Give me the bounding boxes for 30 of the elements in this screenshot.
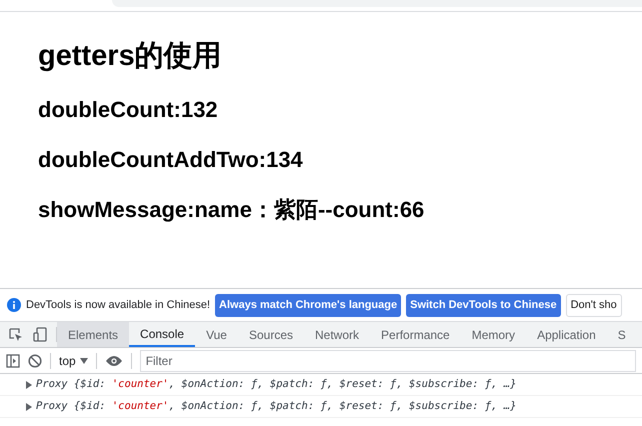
device-toolbar-icon[interactable] [33, 327, 47, 342]
infobar-button[interactable]: Always match Chrome's language [215, 294, 402, 316]
devtools-tab[interactable]: Vue [195, 322, 238, 347]
infobar-button[interactable]: Switch DevTools to Chinese [406, 294, 561, 316]
devtools-tab[interactable]: Memory [460, 322, 526, 347]
sidebar-toggle-icon[interactable] [6, 354, 20, 368]
infobar-message: DevTools is now available in Chinese! [26, 298, 210, 313]
devtools-tab[interactable]: Elements [57, 322, 130, 347]
devtools-tab[interactable]: S [606, 322, 637, 347]
console-log-line: Proxy {$id: 'counter', $onAction: ƒ, $patch: ƒ, $reset: ƒ, $subscribe: ƒ, …} [36, 398, 516, 414]
expand-arrow-icon[interactable] [26, 380, 32, 388]
page-title: getters的使用 [38, 39, 223, 74]
console-log-line: Proxy {$id: 'counter', $onAction: ƒ, $patch: ƒ, $reset: ƒ, $subscribe: ƒ, …} [36, 376, 516, 392]
inspect-icon[interactable] [9, 328, 23, 342]
devtools-tab[interactable]: Sources [238, 322, 304, 347]
getter-value: showMessage:name：紫陌--count:66 [38, 196, 426, 224]
caret-icon [80, 358, 88, 364]
filter-field[interactable]: Filter [140, 350, 636, 372]
devtools-tab[interactable]: Performance [370, 322, 461, 347]
getter-value: doubleCount:132 [38, 96, 219, 124]
context-dropdown[interactable]: top [59, 352, 88, 370]
info-icon [7, 298, 21, 312]
devtools-tab[interactable]: Network [304, 322, 370, 347]
expand-arrow-icon[interactable] [26, 402, 32, 410]
infobar-button[interactable]: Don't sho [566, 294, 622, 316]
eye-icon[interactable] [104, 354, 123, 366]
devtools-tab[interactable]: Console [129, 322, 196, 347]
getter-value: doubleCountAddTwo:134 [38, 146, 304, 174]
clear-console-icon[interactable] [28, 354, 42, 368]
devtools-tab[interactable]: Application [526, 322, 607, 347]
